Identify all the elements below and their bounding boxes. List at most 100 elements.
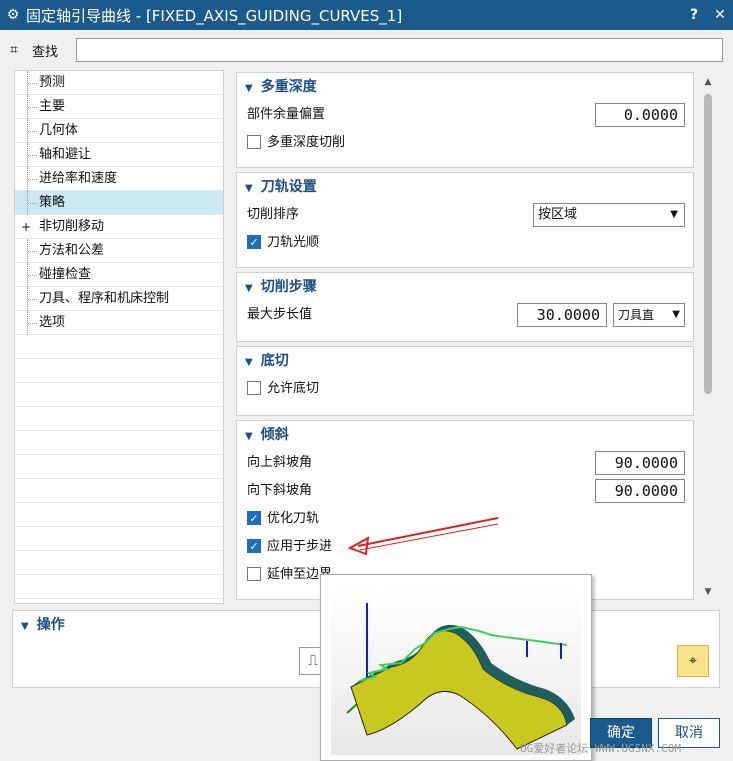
search-label: 查找 <box>32 44 59 60</box>
tree-connector <box>27 287 37 311</box>
help-button[interactable]: ? <box>681 7 707 23</box>
toolpath-smooth-label: 刀轨光顺 <box>267 235 320 250</box>
search-input[interactable] <box>76 38 723 62</box>
max-step-field[interactable]: 30.0000 <box>517 303 607 327</box>
apply-stepover-row: ✓ 应用于步进 <box>237 533 693 561</box>
nav-empty-row <box>15 383 223 407</box>
nav-item-tool-program-machine[interactable]: 刀具、程序和机床控制 <box>15 287 223 311</box>
group-header[interactable]: ▼ 刀轨设置 <box>237 173 693 201</box>
nav-empty-row <box>15 431 223 455</box>
nav-item-collision-check[interactable]: 碰撞检查 <box>15 263 223 287</box>
part-stock-offset-field[interactable]: 0.0000 <box>595 103 685 127</box>
nav-empty-row <box>15 455 223 479</box>
nav-item-label: 几何体 <box>39 123 79 138</box>
nav-empty-row <box>15 335 223 359</box>
cut-order-value: 按区域 <box>538 207 578 222</box>
max-step-unit-select[interactable]: 刀具直 ▼ <box>613 303 685 327</box>
nav-item-label: 轴和避让 <box>39 147 92 162</box>
scroll-down-icon[interactable]: ▼ <box>700 584 716 600</box>
nav-item-geometry[interactable]: 几何体 <box>15 119 223 143</box>
chevron-down-icon: ▼ <box>670 209 678 220</box>
nav-empty-row <box>15 359 223 383</box>
ramp-up-row: 向上斜坡角 90.0000 <box>237 449 693 477</box>
nav-tree: 预测 主要 几何体 轴和避让 进给率和速度 策略 + 非切削移动 方法和公差 碰撞… <box>14 70 224 604</box>
nav-item-label: 主要 <box>39 99 66 114</box>
collapse-icon: ▼ <box>245 83 253 94</box>
nav-item-method-tolerance[interactable]: 方法和公差 <box>15 239 223 263</box>
nav-item-label: 碰撞检查 <box>39 267 92 282</box>
max-step-unit-value: 刀具直 <box>618 308 655 322</box>
title-bar: ⚙ 固定轴引导曲线 - [FIXED_AXIS_GUIDING_CURVES_1… <box>0 0 733 30</box>
nav-empty-row <box>15 527 223 551</box>
collapse-icon: ▼ <box>245 357 253 368</box>
window-title: 固定轴引导曲线 - [FIXED_AXIS_GUIDING_CURVES_1] <box>26 6 403 25</box>
nav-empty-row <box>15 551 223 575</box>
ramp-up-field[interactable]: 90.0000 <box>595 451 685 475</box>
nav-empty-row <box>15 407 223 431</box>
toolpath-smooth-checkbox[interactable]: ✓ <box>247 234 261 249</box>
tree-connector <box>27 191 37 215</box>
apply-stepover-checkbox[interactable]: ✓ <box>247 538 261 553</box>
nav-item-label: 非切削移动 <box>39 219 105 234</box>
chevron-down-icon: ▼ <box>672 309 680 320</box>
nav-item-options[interactable]: 选项 <box>15 311 223 335</box>
nav-item-forecast[interactable]: 预测 <box>15 71 223 95</box>
nav-item-label: 预测 <box>39 75 66 90</box>
nav-item-non-cutting-moves[interactable]: + 非切削移动 <box>15 215 223 239</box>
collapse-icon: ▼ <box>21 621 29 632</box>
nav-item-main[interactable]: 主要 <box>15 95 223 119</box>
multi-depth-cut-checkbox[interactable] <box>247 134 261 149</box>
nav-item-strategy[interactable]: 策略 <box>15 191 223 215</box>
part-preview-image <box>346 603 575 750</box>
group-header[interactable]: ▼ 切削步骤 <box>237 273 693 301</box>
group-title: 倾斜 <box>260 427 289 443</box>
ramp-up-label: 向上斜坡角 <box>247 455 313 470</box>
nav-empty-row <box>15 575 223 599</box>
allow-undercut-row: 允许底切 <box>237 375 693 403</box>
nav-empty-row <box>15 503 223 527</box>
max-step-row: 最大步长值 30.0000 刀具直 ▼ <box>237 301 693 329</box>
extend-boundary-checkbox[interactable] <box>247 566 261 581</box>
toolpath-smooth-row: ✓ 刀轨光顺 <box>237 229 693 257</box>
group-header[interactable]: ▼ 倾斜 <box>237 421 693 449</box>
scroll-thumb[interactable] <box>704 94 712 394</box>
expand-icon[interactable]: + <box>21 215 31 239</box>
allow-undercut-checkbox[interactable] <box>247 380 261 395</box>
tree-connector <box>27 71 37 95</box>
group-header[interactable]: ▼ 多重深度 <box>237 73 693 101</box>
nav-empty-row <box>15 479 223 503</box>
gear-icon[interactable]: ⚙ <box>0 7 26 23</box>
collapse-icon: ▼ <box>245 283 253 294</box>
part-stock-offset-row: 部件余量偏置 0.0000 <box>237 101 693 129</box>
group-title: 多重深度 <box>260 79 317 95</box>
search-row: ⌗ 查找 <box>10 36 723 64</box>
group-title: 刀轨设置 <box>260 179 317 195</box>
nav-item-feeds-speeds[interactable]: 进给率和速度 <box>15 167 223 191</box>
nav-item-axis-avoidance[interactable]: 轴和避让 <box>15 143 223 167</box>
binoculars-icon: ⌗ <box>10 42 18 58</box>
preview-viewport <box>331 585 581 755</box>
tree-connector <box>27 143 37 167</box>
group-stepover: ▼ 切削步骤 最大步长值 30.0000 刀具直 ▼ <box>236 272 694 342</box>
ramp-down-field[interactable]: 90.0000 <box>595 479 685 503</box>
tree-connector <box>27 119 37 143</box>
optimize-checkbox[interactable]: ✓ <box>247 510 261 525</box>
group-undercut: ▼ 底切 允许底切 <box>236 346 694 416</box>
watermark-text: UG爱好者论坛 WWW.UGSNX.COM <box>520 742 681 755</box>
cut-order-select[interactable]: 按区域 ▼ <box>533 203 685 227</box>
scroll-up-icon[interactable]: ▲ <box>700 74 716 90</box>
nav-item-label: 策略 <box>39 195 66 210</box>
group-toolpath-settings: ▼ 刀轨设置 切削排序 按区域 ▼ ✓ 刀轨光顺 <box>236 172 694 268</box>
content-scrollbar[interactable]: ▲ ▼ <box>700 70 716 604</box>
group-title: 底切 <box>260 353 289 369</box>
max-step-label: 最大步长值 <box>247 307 313 322</box>
strategy-content: ▼ 多重深度 部件余量偏置 0.0000 多重深度切削 ▼ 刀轨设置 切削排序 按区… <box>236 70 718 604</box>
part-stock-offset-label: 部件余量偏置 <box>247 107 326 122</box>
group-header[interactable]: ▼ 底切 <box>237 347 693 375</box>
allow-undercut-label: 允许底切 <box>267 381 320 396</box>
group-tilt: ▼ 倾斜 向上斜坡角 90.0000 向下斜坡角 90.0000 ✓ 优化刀轨 ✓ 应… <box>236 420 694 600</box>
nav-item-label: 进给率和速度 <box>39 171 118 186</box>
ramp-down-label: 向下斜坡角 <box>247 483 313 498</box>
verify-toolpath-icon[interactable]: ⌖ <box>677 645 709 677</box>
close-button[interactable]: ✕ <box>707 7 733 23</box>
